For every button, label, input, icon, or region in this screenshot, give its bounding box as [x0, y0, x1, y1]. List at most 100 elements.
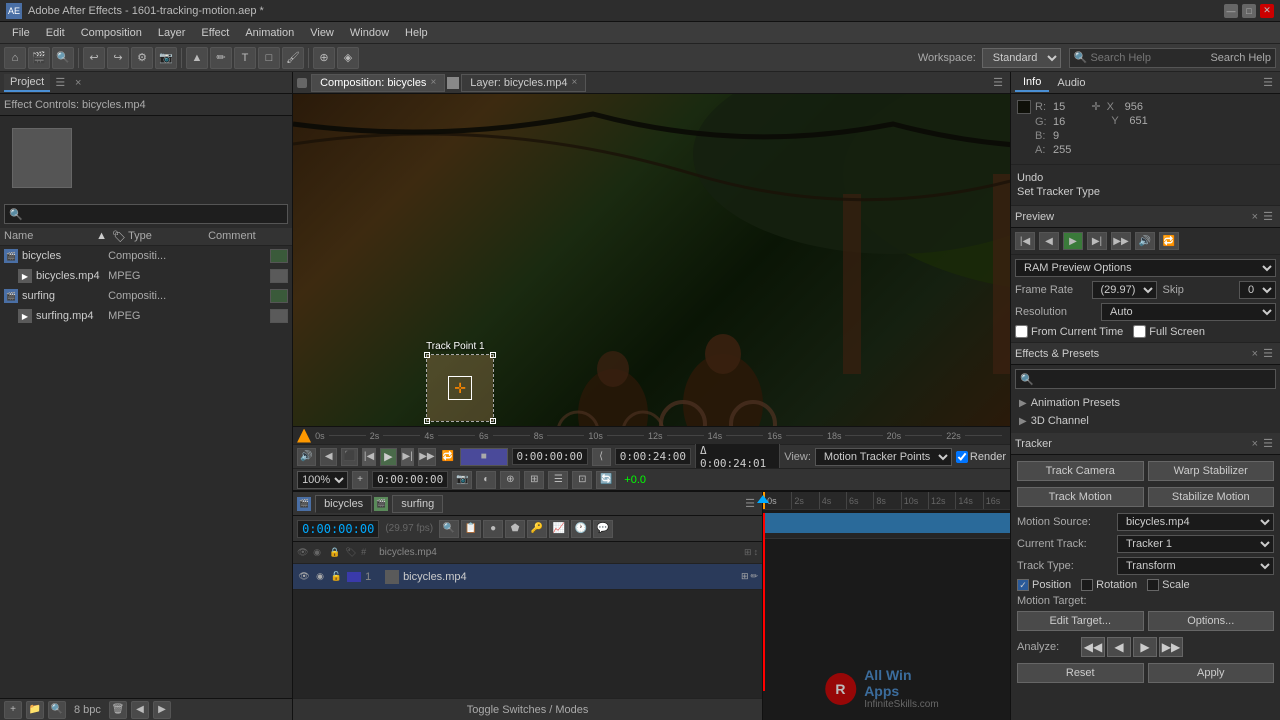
full-screen-label[interactable]: Full Screen [1133, 325, 1205, 338]
tool-text[interactable]: T [234, 47, 256, 69]
from-current-label[interactable]: From Current Time [1015, 325, 1123, 338]
toggle-btn1[interactable]: ◐ [476, 471, 496, 489]
menu-composition[interactable]: Composition [73, 25, 150, 41]
preview-menu-btn[interactable]: ☰ [1260, 209, 1276, 225]
project-search-input[interactable] [26, 208, 266, 220]
bottom-time-display[interactable]: 0:00:00:00 [372, 471, 448, 488]
menu-help[interactable]: Help [397, 25, 436, 41]
viewer-timecode-ruler[interactable]: 0s 2s 4s 6s 8s 10s 12s 14s 16s 18s [293, 426, 1010, 444]
viewer-menu-btn[interactable]: ☰ [990, 75, 1006, 91]
tool-puppet[interactable]: ◈ [337, 47, 359, 69]
prev-last-btn[interactable]: ▶▶ [1111, 232, 1131, 250]
col-type-header[interactable]: Type [128, 230, 208, 243]
menu-layer[interactable]: Layer [150, 25, 194, 41]
warp-stabilizer-btn[interactable]: Warp Stabilizer [1148, 461, 1275, 481]
tool-home[interactable]: ⌂ [4, 47, 26, 69]
folder-btn[interactable]: 📁 [26, 701, 44, 719]
playback-btn2[interactable]: ⬛ [341, 448, 358, 466]
ep-close[interactable]: × [1252, 348, 1258, 360]
toggle-btn6[interactable]: 🔄 [596, 471, 616, 489]
tool-pen[interactable]: ✏ [210, 47, 232, 69]
tool-select[interactable]: ▲ [186, 47, 208, 69]
arrow-right-btn[interactable]: ▶ [153, 701, 171, 719]
tl-search-btn[interactable]: 🔍 [439, 520, 459, 538]
scale-check[interactable]: Scale [1147, 579, 1190, 591]
tool-new-comp[interactable]: 🎬 [28, 47, 50, 69]
audio-btn[interactable]: 🔊 [297, 448, 316, 466]
tl-shape-btn[interactable]: ⬟ [505, 520, 525, 538]
tl-graph-btn[interactable]: 📈 [549, 520, 569, 538]
panel-menu-icon[interactable]: ☰ [52, 75, 68, 91]
menu-effect[interactable]: Effect [193, 25, 237, 41]
rotation-checkbox[interactable] [1081, 579, 1093, 591]
zoom-select[interactable]: 100% [297, 471, 348, 489]
prev-fwd-btn[interactable]: ▶| [1087, 232, 1107, 250]
arrow-left-btn[interactable]: ◀ [131, 701, 149, 719]
ep-animation-presets-header[interactable]: ▶ Animation Presets [1015, 395, 1276, 411]
track-bar-bicycles[interactable] [763, 513, 1010, 533]
view-select[interactable]: Motion Tracker Points [815, 448, 952, 466]
maximize-button[interactable]: □ [1242, 4, 1256, 18]
tl-comp-btn[interactable]: 📋 [461, 520, 481, 538]
layer-eye-switch[interactable]: 👁 [297, 570, 311, 584]
position-checkbox[interactable]: ✓ [1017, 579, 1029, 591]
playback-end[interactable]: ▶▶ [418, 448, 435, 466]
scale-checkbox[interactable] [1147, 579, 1159, 591]
project-row-bicycles-mp4[interactable]: ▶ bicycles.mp4 MPEG [0, 266, 292, 286]
delete-btn[interactable]: 🗑 [109, 701, 127, 719]
snapshot-btn[interactable]: 📷 [452, 471, 472, 489]
menu-window[interactable]: Window [342, 25, 397, 41]
zoom-in-btn[interactable]: + [352, 471, 368, 489]
timeline-tab-surfing[interactable]: surfing [392, 495, 443, 513]
current-time-display[interactable]: 0:00:00:00 [512, 448, 588, 465]
layer-lock-switch[interactable]: 🔓 [329, 570, 343, 584]
toggle-btn4[interactable]: ☰ [548, 471, 568, 489]
minimize-button[interactable]: — [1224, 4, 1238, 18]
timeline-menu-btn[interactable]: ☰ [742, 496, 758, 512]
tracker-close[interactable]: × [1252, 438, 1258, 450]
panel-close-icon[interactable]: × [70, 75, 86, 91]
video-viewer[interactable]: Track Point 1 ✛ [293, 94, 1010, 426]
timeline-track-area[interactable]: 0s 2s 4s 6s 8s 10s 12s 14s 16s [763, 492, 1010, 720]
tool-search[interactable]: 🔍 [52, 47, 74, 69]
menu-view[interactable]: View [302, 25, 342, 41]
analyze-back-btn[interactable]: ◀ [1107, 637, 1131, 657]
menu-file[interactable]: File [4, 25, 38, 41]
tool-redo[interactable]: ↪ [107, 47, 129, 69]
tab-audio[interactable]: Audio [1049, 75, 1093, 91]
prev-back-btn[interactable]: ◀ [1039, 232, 1059, 250]
tracker-menu-btn[interactable]: ☰ [1260, 436, 1276, 452]
ep-3d-channel-header[interactable]: ▶ 3D Channel [1015, 413, 1276, 429]
track-camera-btn[interactable]: Track Camera [1017, 461, 1144, 481]
analyze-fwd-fwd-btn[interactable]: ▶▶ [1159, 637, 1183, 657]
new-item-btn[interactable]: + [4, 701, 22, 719]
current-track-select[interactable]: Tracker 1 [1117, 535, 1274, 553]
col-name-header[interactable]: Name [4, 230, 96, 243]
tool-settings[interactable]: ⚙ [131, 47, 153, 69]
motion-source-select[interactable]: bicycles.mp4 [1117, 513, 1274, 531]
find-btn[interactable]: 🔍 [48, 701, 66, 719]
tl-key-btn[interactable]: 🔑 [527, 520, 547, 538]
tool-undo[interactable]: ↩ [83, 47, 105, 69]
reset-btn[interactable]: Reset [1017, 663, 1144, 683]
frame-rate-select[interactable]: (29.97) [1092, 281, 1157, 299]
project-tab[interactable]: Project [4, 74, 50, 92]
tl-current-time[interactable]: 0:00:00:00 [297, 520, 379, 538]
col-comment-header[interactable]: Comment [208, 230, 288, 243]
project-row-surfing-mp4[interactable]: ▶ surfing.mp4 MPEG [0, 306, 292, 326]
duration-display[interactable]: 0:00:24:00 [615, 448, 691, 465]
track-motion-btn[interactable]: Track Motion [1017, 487, 1144, 507]
full-screen-check[interactable] [1133, 325, 1146, 338]
analyze-fwd-btn[interactable]: ▶ [1133, 637, 1157, 657]
prev-loop-btn[interactable]: 🔁 [1159, 232, 1179, 250]
toggle-btn3[interactable]: ⊞ [524, 471, 544, 489]
ep-search-input[interactable] [1037, 373, 1271, 385]
tl-time-btn[interactable]: 🕐 [571, 520, 591, 538]
playback-btn1[interactable]: ◀ [320, 448, 337, 466]
toggle-btn5[interactable]: ⊡ [572, 471, 592, 489]
layer-row-bicycles-mp4[interactable]: 👁 ◉ 🔓 1 bicycles.mp4 ⊞ ✏ [293, 564, 762, 590]
prev-audio-btn[interactable]: 🔊 [1135, 232, 1155, 250]
resolution-select[interactable]: Auto [1101, 303, 1276, 321]
layer-sw1[interactable]: ⊞ [741, 571, 749, 582]
layer-sw2[interactable]: ✏ [751, 571, 759, 582]
